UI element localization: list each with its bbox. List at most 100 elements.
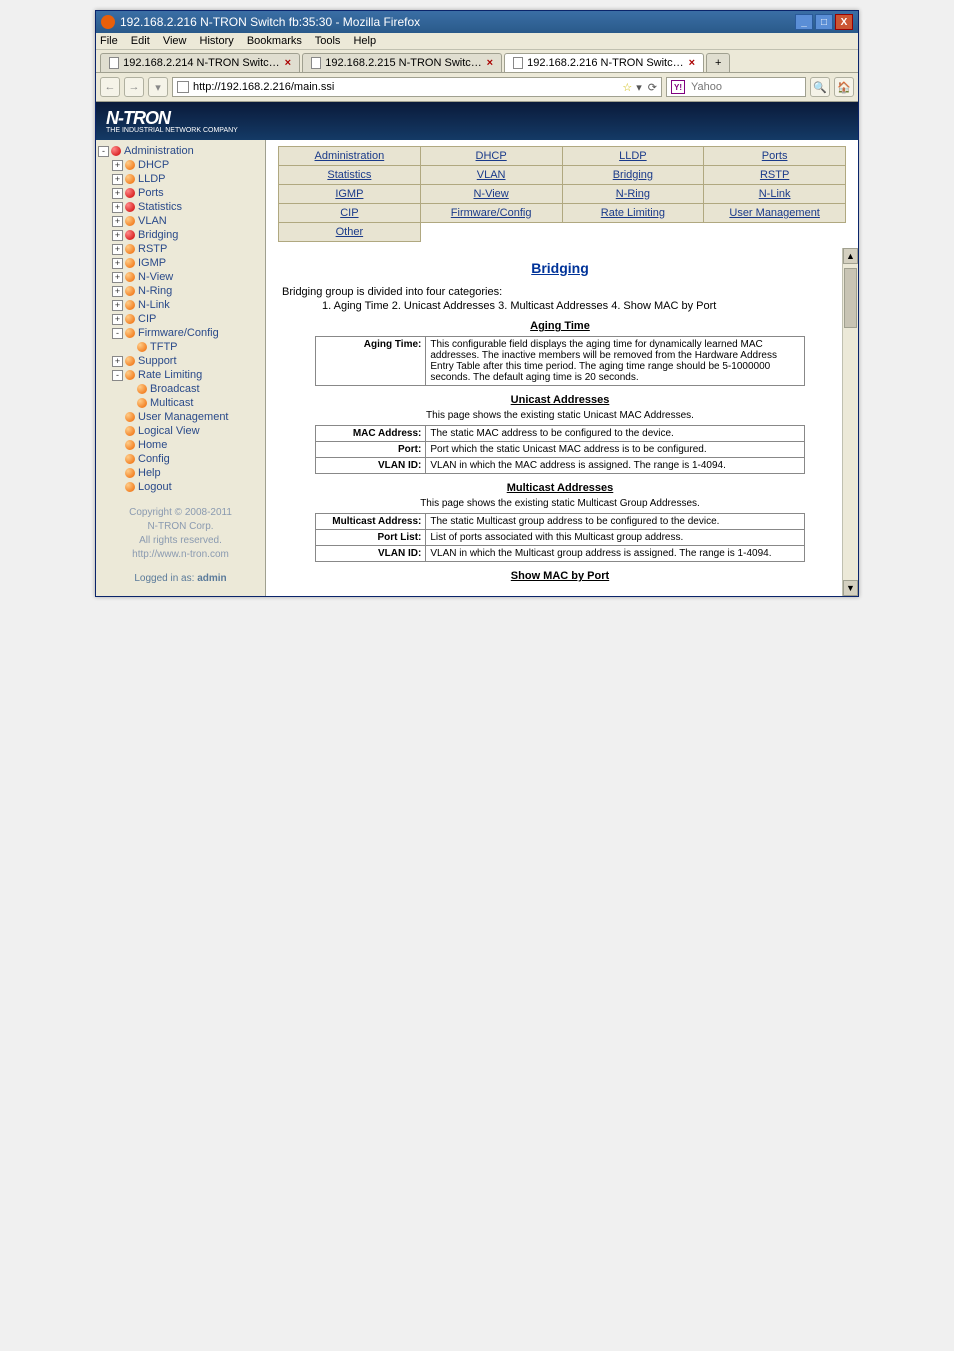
tab-close-icon[interactable]: ×: [487, 57, 493, 69]
sidebar-link[interactable]: Ports: [138, 187, 164, 199]
sidebar-link[interactable]: Multicast: [150, 397, 193, 409]
expander-icon[interactable]: +: [112, 300, 123, 311]
grid-link-lldp[interactable]: LLDP: [619, 150, 647, 162]
expander-icon[interactable]: +: [112, 272, 123, 283]
menu-bookmarks[interactable]: Bookmarks: [247, 35, 302, 47]
grid-link-dhcp[interactable]: DHCP: [476, 150, 507, 162]
expander-icon[interactable]: +: [112, 356, 123, 367]
menu-help[interactable]: Help: [353, 35, 376, 47]
sidebar-link[interactable]: Firmware/Config: [138, 327, 219, 339]
menu-file[interactable]: File: [100, 35, 118, 47]
sidebar-link[interactable]: N-View: [138, 271, 173, 283]
search-input[interactable]: [689, 80, 779, 94]
sidebar-item-administration[interactable]: -Administration: [98, 144, 263, 158]
forward-button[interactable]: →: [124, 77, 144, 97]
minimize-button[interactable]: _: [795, 14, 813, 30]
grid-link-rstp[interactable]: RSTP: [760, 169, 789, 181]
sidebar-link[interactable]: CIP: [138, 313, 156, 325]
sidebar-item-vlan[interactable]: + VLAN: [98, 214, 263, 228]
sidebar-item-rstp[interactable]: + RSTP: [98, 242, 263, 256]
reload-button[interactable]: ⟳: [648, 81, 657, 94]
menu-view[interactable]: View: [163, 35, 187, 47]
grid-link-administration[interactable]: Administration: [315, 150, 385, 162]
sidebar-item-igmp[interactable]: + IGMP: [98, 256, 263, 270]
sidebar-item-statistics[interactable]: + Statistics: [98, 200, 263, 214]
sidebar-link[interactable]: LLDP: [138, 173, 166, 185]
sidebar-link[interactable]: Config: [138, 453, 170, 465]
sidebar-link[interactable]: IGMP: [138, 257, 166, 269]
expander-icon[interactable]: +: [112, 230, 123, 241]
grid-link-n-link[interactable]: N-Link: [759, 188, 791, 200]
sidebar-item-cip[interactable]: + CIP: [98, 312, 263, 326]
address-bar[interactable]: http://192.168.2.216/main.ssi ☆ ▾ ⟳: [172, 77, 662, 97]
bookmark-star-icon[interactable]: ☆: [622, 81, 632, 94]
sidebar-item-logout[interactable]: Logout: [98, 480, 263, 494]
sidebar-link[interactable]: Logical View: [138, 425, 200, 437]
sidebar-item-help[interactable]: Help: [98, 466, 263, 480]
sidebar-item-lldp[interactable]: + LLDP: [98, 172, 263, 186]
tab-0[interactable]: 192.168.2.214 N-TRON Switch f9:ca:20 ×: [100, 53, 300, 72]
scroll-thumb[interactable]: [844, 268, 857, 328]
expander-icon[interactable]: +: [112, 216, 123, 227]
sidebar-link[interactable]: Administration: [124, 145, 194, 157]
grid-link-n-view[interactable]: N-View: [473, 188, 508, 200]
expander-icon[interactable]: +: [112, 244, 123, 255]
sidebar-item-n-view[interactable]: + N-View: [98, 270, 263, 284]
sidebar-item-logical-view[interactable]: Logical View: [98, 424, 263, 438]
search-box[interactable]: Y!: [666, 77, 806, 97]
scroll-up-icon[interactable]: ▲: [843, 248, 858, 264]
expander-icon[interactable]: -: [112, 328, 123, 339]
grid-link-n-ring[interactable]: N-Ring: [616, 188, 650, 200]
sidebar-link[interactable]: TFTP: [150, 341, 178, 353]
tab-1[interactable]: 192.168.2.215 N-TRON Switch f9:c9:f0 ×: [302, 53, 502, 72]
sidebar-link[interactable]: Broadcast: [150, 383, 200, 395]
maximize-button[interactable]: □: [815, 14, 833, 30]
expander-icon[interactable]: -: [112, 370, 123, 381]
sidebar-item-dhcp[interactable]: +DHCP: [98, 158, 263, 172]
history-dropdown[interactable]: ▾: [148, 77, 168, 97]
sidebar-item-tftp[interactable]: TFTP: [98, 340, 263, 354]
close-button[interactable]: X: [835, 14, 853, 30]
menu-history[interactable]: History: [200, 35, 234, 47]
home-button[interactable]: 🏠: [834, 77, 854, 97]
tab-2[interactable]: 192.168.2.216 N-TRON Switch fb:35:30 ×: [504, 53, 704, 72]
sidebar-link[interactable]: VLAN: [138, 215, 167, 227]
sidebar-item-user-management[interactable]: User Management: [98, 410, 263, 424]
sidebar-link[interactable]: Help: [138, 467, 161, 479]
expander-icon[interactable]: +: [112, 314, 123, 325]
titlebar[interactable]: 192.168.2.216 N-TRON Switch fb:35:30 - M…: [96, 11, 858, 33]
sidebar-link[interactable]: RSTP: [138, 243, 167, 255]
grid-link-cip[interactable]: CIP: [340, 207, 358, 219]
sidebar-link[interactable]: N-Link: [138, 299, 170, 311]
sidebar-link[interactable]: Support: [138, 355, 177, 367]
sidebar-link[interactable]: Statistics: [138, 201, 182, 213]
sidebar-item-broadcast[interactable]: Broadcast: [98, 382, 263, 396]
grid-link-bridging[interactable]: Bridging: [613, 169, 653, 181]
grid-link-vlan[interactable]: VLAN: [477, 169, 506, 181]
back-button[interactable]: ←: [100, 77, 120, 97]
grid-link-user-management[interactable]: User Management: [729, 207, 820, 219]
expander-icon[interactable]: +: [112, 188, 123, 199]
sidebar-item-config[interactable]: Config: [98, 452, 263, 466]
expander-icon[interactable]: +: [112, 174, 123, 185]
sidebar-item-support[interactable]: + Support: [98, 354, 263, 368]
expander-icon[interactable]: +: [112, 286, 123, 297]
sidebar-item-firmware-config[interactable]: - Firmware/Config: [98, 326, 263, 340]
sidebar-link[interactable]: Bridging: [138, 229, 178, 241]
scroll-down-icon[interactable]: ▼: [843, 580, 858, 596]
new-tab-button[interactable]: +: [706, 53, 730, 72]
yahoo-icon[interactable]: Y!: [671, 80, 685, 94]
sidebar-item-ports[interactable]: + Ports: [98, 186, 263, 200]
sidebar-item-n-ring[interactable]: +N-Ring: [98, 284, 263, 298]
grid-link-igmp[interactable]: IGMP: [335, 188, 363, 200]
sidebar-item-multicast[interactable]: Multicast: [98, 396, 263, 410]
menu-edit[interactable]: Edit: [131, 35, 150, 47]
expander-icon[interactable]: +: [112, 202, 123, 213]
sidebar-link[interactable]: Rate Limiting: [138, 369, 202, 381]
expander-icon[interactable]: +: [112, 258, 123, 269]
grid-link-statistics[interactable]: Statistics: [327, 169, 371, 181]
sidebar-item-bridging[interactable]: + Bridging: [98, 228, 263, 242]
sidebar-item-home[interactable]: Home: [98, 438, 263, 452]
url-dropdown-icon[interactable]: ▾: [636, 81, 642, 94]
sidebar-link[interactable]: Logout: [138, 481, 172, 493]
